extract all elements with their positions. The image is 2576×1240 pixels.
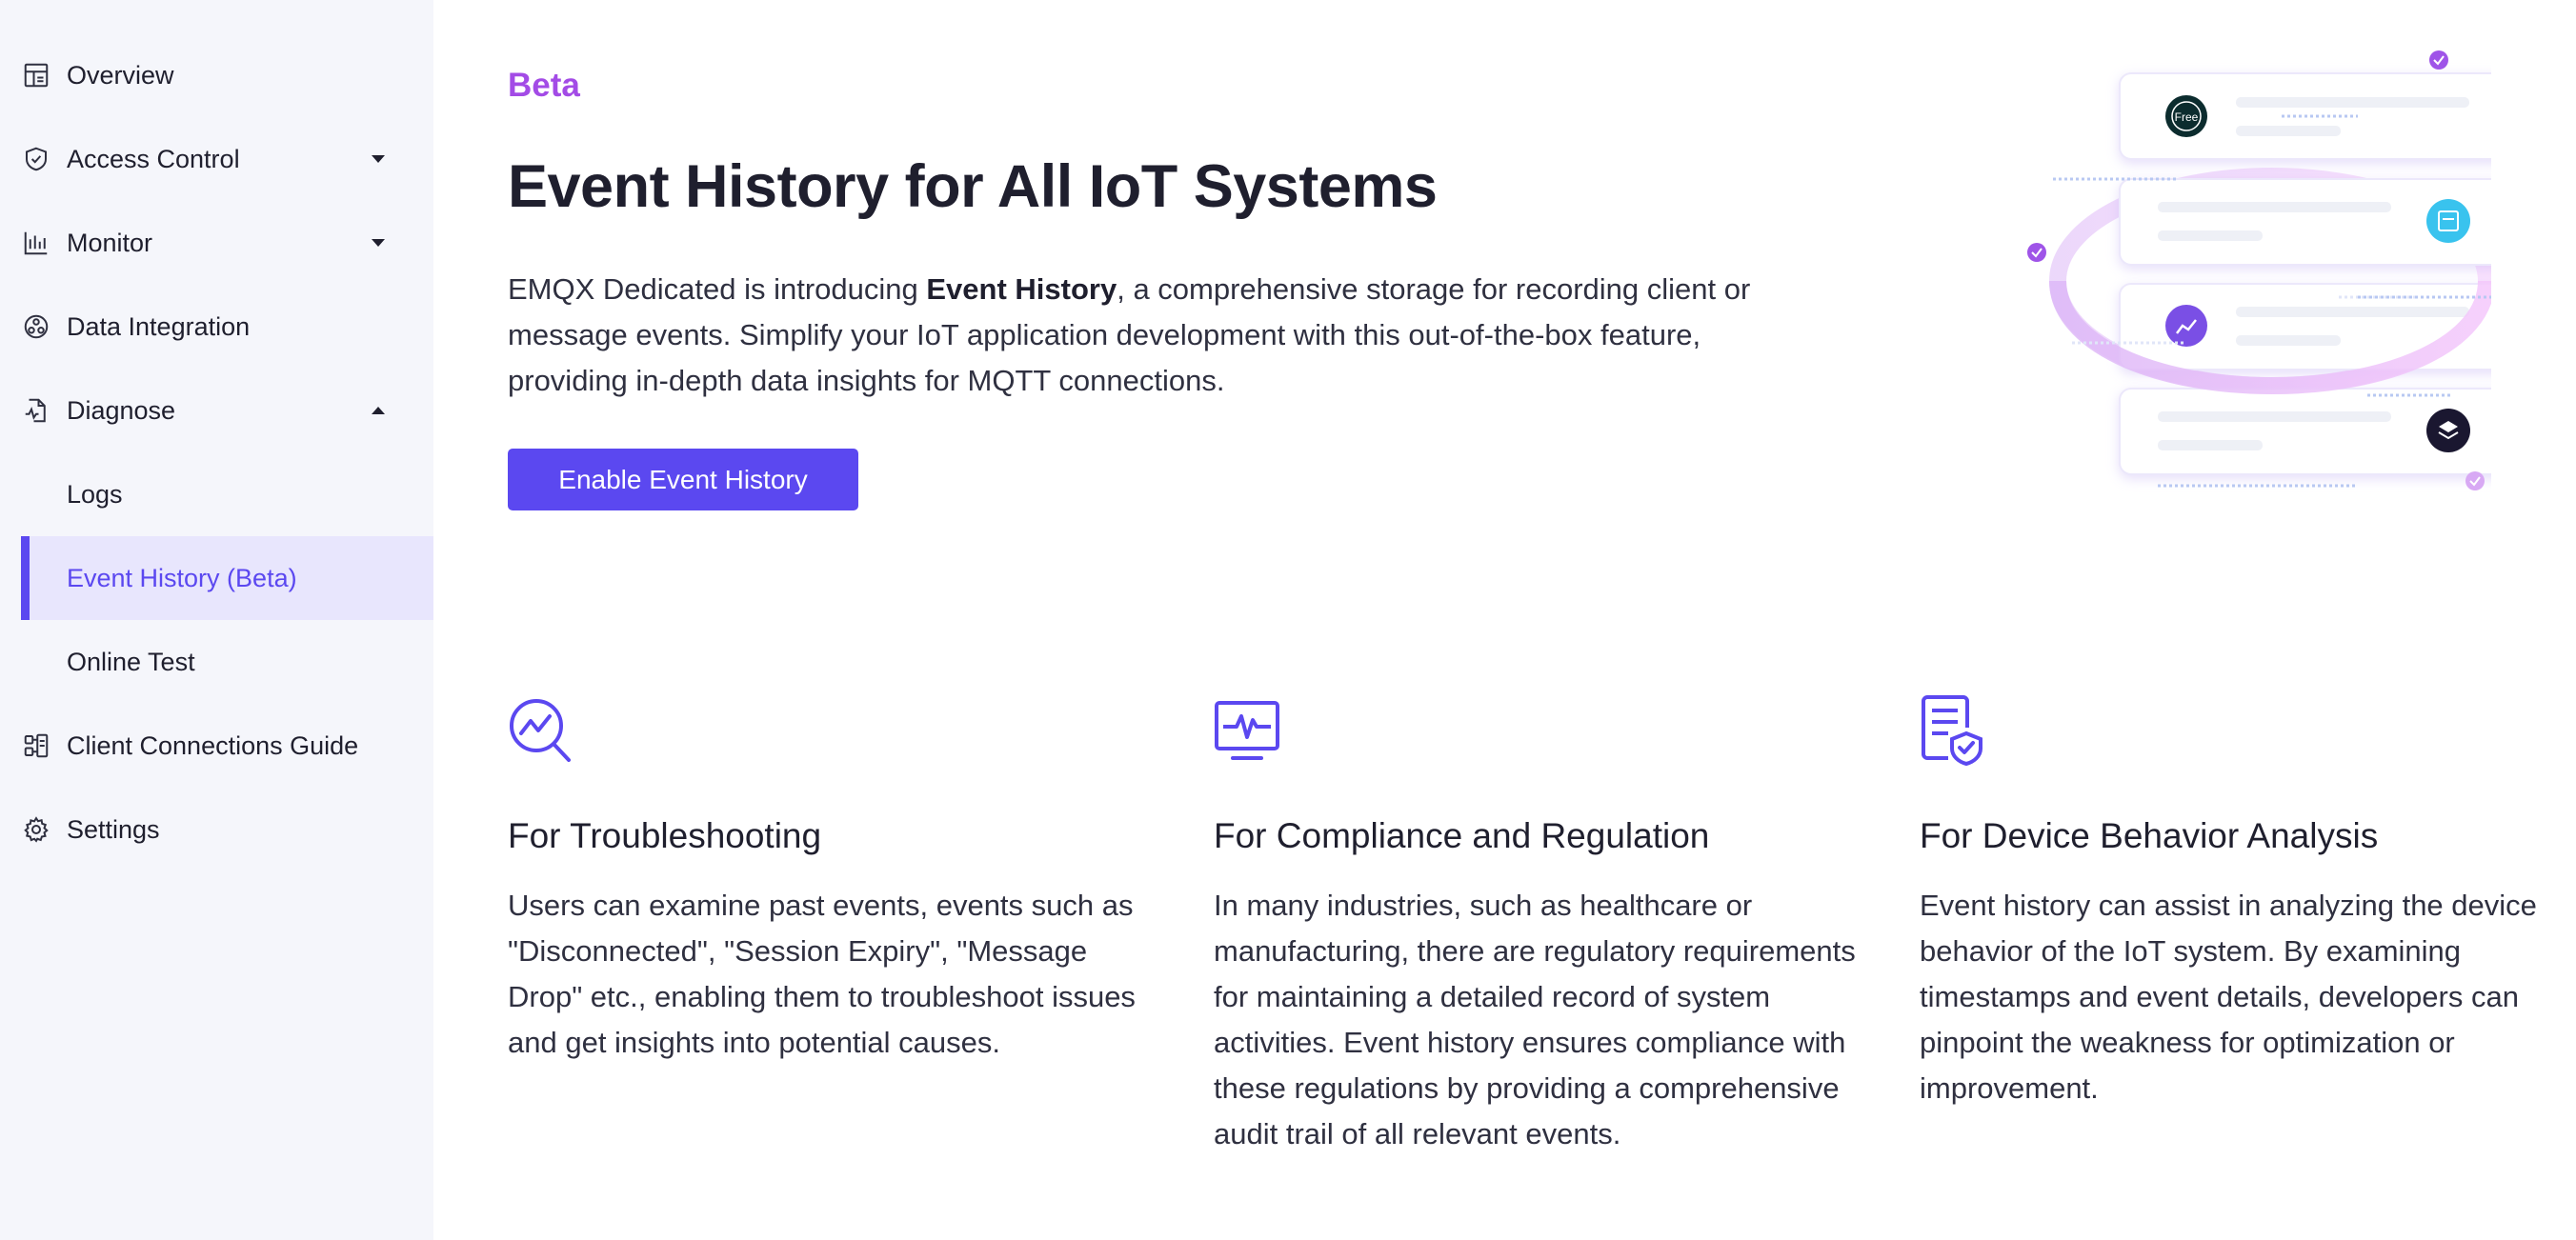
page-title: Event History for All IoT Systems xyxy=(508,153,1438,220)
free-badge-text: Free xyxy=(2175,110,2199,124)
feature-title: For Device Behavior Analysis xyxy=(1920,816,2379,855)
sidebar-item-diagnose[interactable]: Diagnose xyxy=(21,369,433,452)
app-window: Overview Access Control Monitor Data Int… xyxy=(0,0,2576,1240)
monitor-pulse-icon xyxy=(1214,695,1280,767)
feature-text: Users can examine past events, events su… xyxy=(508,889,1136,1059)
feature-text: Event history can assist in analyzing th… xyxy=(1920,889,2537,1105)
document-shield-icon xyxy=(1920,695,1986,767)
event-history-illustration: Free xyxy=(1958,38,2513,514)
connections-icon xyxy=(21,730,51,761)
sidebar-item-label: Event History (Beta) xyxy=(67,563,297,592)
feature-compliance: For Compliance and Regulation In many in… xyxy=(1214,695,1871,1157)
intro-text-bold: Event History xyxy=(926,272,1117,306)
sidebar-item-label: Access Control xyxy=(67,144,240,173)
intro-text-start: EMQX Dedicated is introducing xyxy=(508,272,927,306)
feature-device-behavior: For Device Behavior Analysis Event histo… xyxy=(1920,695,2576,1111)
sidebar-item-event-history[interactable]: Event History (Beta) xyxy=(21,536,433,620)
sidebar-item-label: Data Integration xyxy=(67,311,251,341)
sidebar-item-client-connections-guide[interactable]: Client Connections Guide xyxy=(21,704,433,788)
troubleshoot-icon xyxy=(508,695,574,767)
sidebar-item-label: Online Test xyxy=(67,647,195,676)
sidebar-item-access-control[interactable]: Access Control xyxy=(21,117,433,201)
gear-icon xyxy=(21,814,51,845)
sidebar-item-label: Overview xyxy=(67,60,174,90)
feature-text: In many industries, such as healthcare o… xyxy=(1214,889,1856,1150)
sidebar: Overview Access Control Monitor Data Int… xyxy=(0,0,433,1240)
sidebar-item-label: Logs xyxy=(67,479,123,509)
chevron-down-icon[interactable] xyxy=(364,117,392,201)
sidebar-item-settings[interactable]: Settings xyxy=(21,788,433,871)
shield-icon xyxy=(21,144,51,174)
sidebar-item-label: Diagnose xyxy=(67,395,176,425)
diagnose-icon xyxy=(21,395,51,426)
sidebar-item-label: Settings xyxy=(67,814,160,844)
intro-text: EMQX Dedicated is introducing Event Hist… xyxy=(508,267,1803,404)
sidebar-item-data-integration[interactable]: Data Integration xyxy=(21,285,433,369)
sidebar-item-label: Client Connections Guide xyxy=(67,730,359,760)
feature-troubleshooting: For Troubleshooting Users can examine pa… xyxy=(508,695,1165,1066)
bar-chart-icon xyxy=(21,228,51,258)
sidebar-item-label: Monitor xyxy=(67,228,153,257)
chevron-down-icon[interactable] xyxy=(364,201,392,285)
chevron-up-icon[interactable] xyxy=(364,369,392,452)
enable-event-history-button[interactable]: Enable Event History xyxy=(508,449,858,510)
beta-label: Beta xyxy=(508,67,580,104)
dashboard-icon xyxy=(21,60,51,90)
sidebar-item-overview[interactable]: Overview xyxy=(21,33,433,117)
integration-icon xyxy=(21,311,51,342)
sidebar-item-logs[interactable]: Logs xyxy=(21,452,433,536)
feature-title: For Troubleshooting xyxy=(508,816,822,855)
feature-title: For Compliance and Regulation xyxy=(1214,816,1710,855)
sidebar-item-online-test[interactable]: Online Test xyxy=(21,620,433,704)
main-content: Beta Event History for All IoT Systems E… xyxy=(433,0,2576,1240)
sidebar-item-monitor[interactable]: Monitor xyxy=(21,201,433,285)
